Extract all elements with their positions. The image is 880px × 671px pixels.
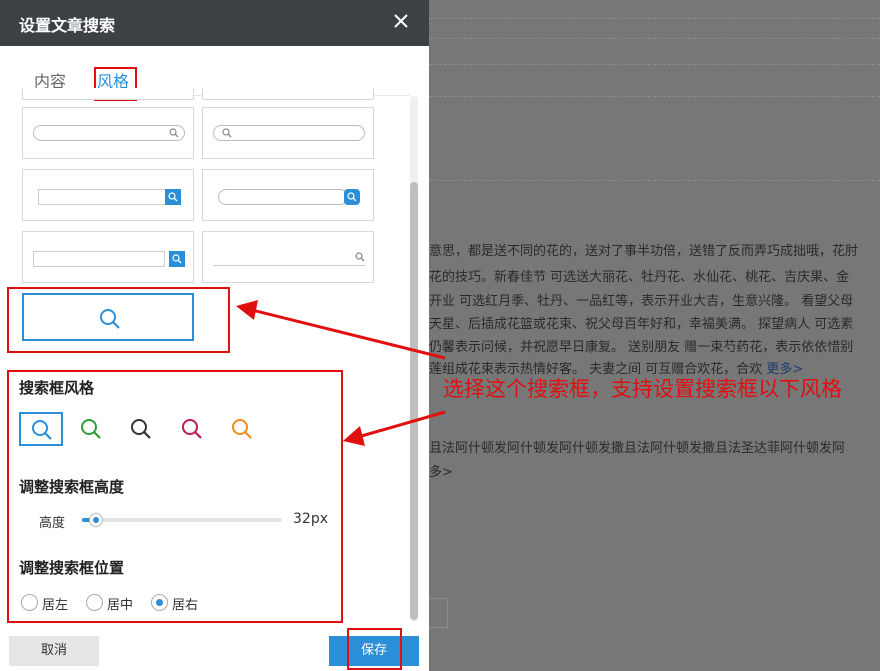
search-icon bbox=[222, 128, 232, 138]
dialog-titlebar: 设置文章搜索 bbox=[0, 0, 429, 46]
dialog-title: 设置文章搜索 bbox=[19, 16, 116, 35]
style-color-option[interactable] bbox=[220, 412, 264, 446]
radio-label: 居左 bbox=[42, 598, 69, 613]
more-link[interactable]: 多> bbox=[429, 461, 453, 480]
search-icon bbox=[81, 419, 101, 439]
search-icon bbox=[172, 254, 182, 264]
bg-text-line: 意思，都是送不同的花的，送对了事半功倍，送错了反而弄巧成拙哦，花肘 bbox=[429, 244, 859, 259]
style-color-option[interactable] bbox=[69, 412, 113, 446]
radio-right[interactable] bbox=[151, 594, 168, 611]
search-icon bbox=[131, 419, 151, 439]
bg-text-line: 天星、后插成花篮或花束、祝父母百年好和，幸福美满。 探望病人 可选素 bbox=[429, 317, 854, 332]
search-button-style-option[interactable] bbox=[22, 293, 194, 341]
style-color-option[interactable] bbox=[119, 412, 163, 446]
radio-center[interactable] bbox=[86, 594, 103, 611]
section-title: 搜索框风格 bbox=[19, 379, 95, 397]
divider bbox=[429, 180, 880, 181]
divider bbox=[429, 18, 880, 19]
style-color-option[interactable] bbox=[170, 412, 214, 446]
style-option[interactable] bbox=[22, 107, 194, 159]
height-slider-thumb[interactable] bbox=[89, 513, 103, 527]
search-icon bbox=[182, 419, 202, 439]
style-option[interactable] bbox=[202, 169, 374, 221]
style-option[interactable] bbox=[202, 231, 374, 283]
section-title: 调整搜索框位置 bbox=[19, 559, 125, 577]
style-option[interactable] bbox=[22, 169, 194, 221]
style-option[interactable] bbox=[22, 88, 194, 100]
bg-text-line: 且法阿什顿发阿什顿发阿什顿发撒且法阿什顿发撒且法圣达菲阿什顿发阿 bbox=[429, 441, 846, 456]
radio-label: 居右 bbox=[172, 598, 199, 613]
search-icon bbox=[32, 420, 52, 440]
background-page: 意思，都是送不同的花的，送对了事半功倍，送错了反而弄巧成拙哦，花肘 花的技巧。新… bbox=[429, 0, 880, 671]
section-title: 调整搜索框高度 bbox=[19, 478, 125, 496]
annotation-text: 选择这个搜索框，支持设置搜索框以下风格 bbox=[443, 377, 842, 401]
bg-text-line: 花的技巧。新春佳节 可选送大丽花、牡丹花、水仙花、桃花、吉庆果、金 bbox=[429, 270, 850, 285]
cancel-button[interactable]: 取消 bbox=[9, 636, 99, 666]
settings-dialog: 设置文章搜索 内容 风格 搜索框风格 调整搜索框高度 高度 32px 调整搜索框… bbox=[0, 0, 429, 671]
divider bbox=[429, 38, 880, 39]
highlight-box bbox=[347, 628, 402, 670]
scrollbar-thumb[interactable] bbox=[410, 182, 418, 620]
radio-label: 居中 bbox=[107, 598, 134, 613]
style-option[interactable] bbox=[202, 107, 374, 159]
style-color-option[interactable] bbox=[19, 412, 63, 446]
height-label: 高度 bbox=[39, 516, 66, 531]
close-icon[interactable] bbox=[392, 12, 410, 30]
search-icon bbox=[232, 419, 252, 439]
search-icon bbox=[347, 192, 357, 202]
search-icon bbox=[169, 128, 179, 138]
style-option[interactable] bbox=[202, 88, 374, 100]
radio-left[interactable] bbox=[21, 594, 38, 611]
divider bbox=[429, 64, 880, 65]
style-option[interactable] bbox=[22, 231, 194, 283]
bg-text-line: 开业 可选红月季、牡丹、一品红等，表示开业大吉，生意兴隆。 看望父母 bbox=[429, 294, 854, 309]
bg-text-line: 仍馨表示问候，并祝愿早日康复。 送别朋友 赠一束芍药花，表示依依惜别 bbox=[429, 340, 854, 355]
search-icon bbox=[100, 309, 120, 329]
height-slider-track[interactable] bbox=[82, 518, 282, 522]
height-value: 32px bbox=[293, 511, 328, 527]
bg-box bbox=[429, 598, 448, 628]
search-icon bbox=[355, 252, 365, 262]
search-icon bbox=[168, 192, 178, 202]
divider bbox=[429, 96, 880, 97]
